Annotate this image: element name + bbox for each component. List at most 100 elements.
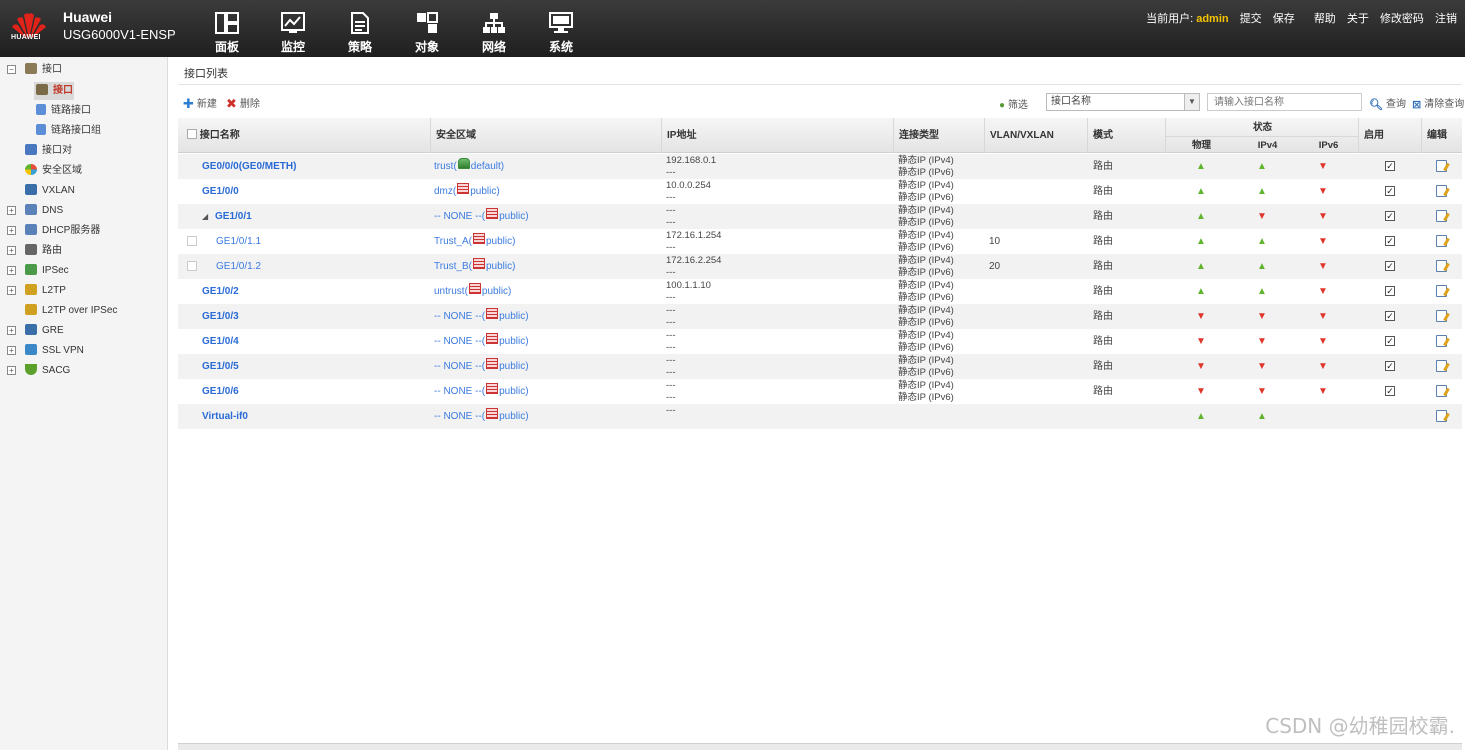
security-zone-link[interactable]: Trust_B( [434,261,472,272]
sidebar-item-interface[interactable]: 接口 [34,82,74,100]
nav-network[interactable]: 网络 [474,12,514,55]
edit-icon[interactable] [1436,310,1447,322]
sidebar-item-sacg[interactable]: + SACG [0,362,168,380]
enable-checkbox[interactable]: ✓ [1385,386,1395,396]
edit-icon[interactable] [1436,160,1447,172]
col-connection-type[interactable]: 连接类型 [893,118,984,153]
edit-icon[interactable] [1436,360,1447,372]
nav-dashboard[interactable]: 面板 [207,12,247,55]
security-zone-link[interactable]: untrust( [434,286,468,297]
row-checkbox[interactable] [187,236,197,246]
vsys-link[interactable]: public) [499,386,528,397]
nav-system[interactable]: 系统 [541,12,581,55]
interface-name-link[interactable]: GE1/0/3 [202,311,239,322]
sidebar-item-l2tp-over-ipsec[interactable]: L2TP over IPSec [25,302,117,320]
edit-icon[interactable] [1436,335,1447,347]
vsys-link[interactable]: public) [499,211,528,222]
about-link[interactable]: 关于 [1347,13,1369,25]
interface-name-link[interactable]: GE1/0/1.2 [216,261,261,272]
col-ip[interactable]: IP地址 [661,118,893,153]
clear-query-button[interactable]: ⊠ 清除查询 [1412,95,1464,111]
filter-field-select[interactable]: 接口名称 ▼ [1046,93,1200,111]
chevron-down-icon[interactable]: ▼ [1184,94,1199,110]
table-row[interactable]: GE1/0/2 untrust(public) 100.1.1.10 --- 静态IP … [178,279,1462,304]
sidebar-item-gre[interactable]: + GRE [0,322,168,340]
interface-name-link[interactable]: GE1/0/0 [202,186,239,197]
table-row[interactable]: GE1/0/3 -- NONE --(public) --- --- 静态IP (IPv… [178,304,1462,329]
enable-checkbox[interactable]: ✓ [1385,311,1395,321]
col-mode[interactable]: 模式 [1087,118,1165,153]
interface-name-link[interactable]: GE0/0/0(GE0/METH) [202,161,296,172]
table-row[interactable]: Virtual-if0 -- NONE --(public) --- ▲ ▲ [178,404,1462,429]
enable-checkbox[interactable]: ✓ [1385,361,1395,371]
sidebar-item-dns[interactable]: + DNS [0,202,168,220]
expand-icon[interactable]: + [7,346,16,355]
security-zone-link[interactable]: -- NONE --( [434,211,485,222]
expand-icon[interactable]: + [7,226,16,235]
edit-icon[interactable] [1436,260,1447,272]
col-name[interactable]: 接口名称 [178,118,430,153]
security-zone-link[interactable]: -- NONE --( [434,311,485,322]
edit-icon[interactable] [1436,385,1447,397]
search-input[interactable] [1207,93,1362,111]
sidebar-item-interface-pair[interactable]: 接口对 [25,142,72,160]
col-zone[interactable]: 安全区域 [430,118,661,153]
table-row[interactable]: GE1/0/6 -- NONE --(public) --- --- 静态IP (IPv… [178,379,1462,404]
table-row[interactable]: ◢ GE1/0/1 -- NONE --(public) --- --- 静态IP (IP… [178,204,1462,229]
table-row[interactable]: GE0/0/0(GE0/METH) trust(default) 192.168.0… [178,154,1462,179]
interface-name-link[interactable]: GE1/0/1.1 [216,236,261,247]
add-button[interactable]: ✚ 新建 [183,95,217,112]
security-zone-link[interactable]: trust( [434,161,457,172]
collapse-triangle-icon[interactable]: ◢ [202,204,208,229]
nav-monitor[interactable]: 监控 [273,12,313,55]
table-row[interactable]: GE1/0/1.1 Trust_A(public) 172.16.1.254 --- 静… [178,229,1462,254]
change-password-link[interactable]: 修改密码 [1380,13,1424,25]
expand-icon[interactable]: + [7,246,16,255]
enable-checkbox[interactable]: ✓ [1385,261,1395,271]
sidebar-item-l2tp[interactable]: + L2TP [0,282,168,300]
vsys-link[interactable]: public) [486,236,515,247]
edit-icon[interactable] [1436,210,1447,222]
select-all-checkbox[interactable] [187,129,197,139]
expand-icon[interactable]: + [7,266,16,275]
sidebar-item-dhcp-server[interactable]: + DHCP服务器 [0,222,168,240]
security-zone-link[interactable]: -- NONE --( [434,336,485,347]
vsys-link[interactable]: public) [499,411,528,422]
sidebar-item-link-interface[interactable]: 链路接口 [36,102,91,120]
edit-icon[interactable] [1436,185,1447,197]
help-link[interactable]: 帮助 [1314,13,1336,25]
enable-checkbox[interactable]: ✓ [1385,161,1395,171]
interface-name-link[interactable]: Virtual-if0 [202,411,248,422]
expand-icon[interactable]: + [7,366,16,375]
security-zone-link[interactable]: -- NONE --( [434,411,485,422]
expand-icon[interactable]: + [7,326,16,335]
delete-button[interactable]: ✖ 删除 [226,95,260,112]
sidebar-item-routing[interactable]: + 路由 [0,242,168,260]
col-vlan[interactable]: VLAN/VXLAN [984,118,1087,153]
enable-checkbox[interactable]: ✓ [1385,336,1395,346]
save-link[interactable]: 保存 [1273,13,1295,25]
interface-name-link[interactable]: GE1/0/4 [202,336,239,347]
vsys-link[interactable]: public) [499,311,528,322]
sidebar-item-ssl-vpn[interactable]: + SSL VPN [0,342,168,360]
sidebar-item-interface-group[interactable]: − 接口 [0,61,168,79]
table-row[interactable]: GE1/0/0 dmz(public) 10.0.0.254 --- 静态IP (IPv… [178,179,1462,204]
sidebar-item-vxlan[interactable]: VXLAN [25,182,75,200]
vsys-link[interactable]: public) [482,286,511,297]
query-button[interactable]: 🔍︎ 查询 [1369,95,1406,111]
expand-icon[interactable]: + [7,286,16,295]
enable-checkbox[interactable]: ✓ [1385,186,1395,196]
security-zone-link[interactable]: dmz( [434,186,456,197]
sidebar-item-security-zone[interactable]: 安全区域 [25,162,82,180]
row-checkbox[interactable] [187,261,197,271]
collapse-icon[interactable]: − [7,65,16,74]
vsys-link[interactable]: public) [486,261,515,272]
interface-name-link[interactable]: GE1/0/1 [215,211,252,222]
vsys-link[interactable]: default) [471,161,504,172]
table-row[interactable]: GE1/0/5 -- NONE --(public) --- --- 静态IP (IPv… [178,354,1462,379]
vsys-link[interactable]: public) [499,336,528,347]
sidebar-item-ipsec[interactable]: + IPSec [0,262,168,280]
enable-checkbox[interactable]: ✓ [1385,236,1395,246]
logout-link[interactable]: 注销 [1435,13,1457,25]
interface-name-link[interactable]: GE1/0/2 [202,286,239,297]
